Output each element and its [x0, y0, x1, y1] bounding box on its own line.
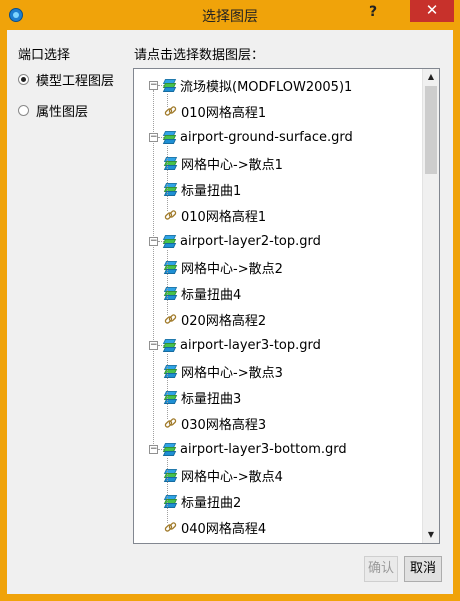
collapse-icon[interactable]: − — [149, 237, 158, 246]
tree-child-node[interactable]: 网格中心->散点4 — [163, 465, 283, 485]
layer-icon — [163, 156, 178, 170]
dialog-window: 选择图层 ? ✕ 端口选择 模型工程图层 属性图层 请点击选择数据图层： ▲ ▼… — [0, 0, 460, 601]
tree-scrollbar[interactable]: ▲ ▼ — [422, 69, 439, 543]
layer-icon — [163, 364, 178, 378]
link-icon — [164, 521, 177, 532]
title-bar[interactable]: 选择图层 ? ✕ — [0, 0, 460, 30]
tree-node-label: 流场模拟(MODFLOW2005)1 — [180, 79, 353, 95]
tree-group-node[interactable]: airport-layer3-bottom.grd — [162, 439, 347, 459]
tree-node-label: 标量扭曲1 — [181, 183, 242, 199]
tree-group-node[interactable]: airport-layer2-top.grd — [162, 231, 321, 251]
collapse-icon[interactable]: − — [149, 133, 158, 142]
layer-tree[interactable]: ▲ ▼ − 流场模拟(MODFLOW2005)1 010网格高程1 − airport-… — [133, 68, 440, 544]
collapse-icon[interactable]: − — [149, 341, 158, 350]
layer-icon — [162, 442, 177, 456]
radio-model-layers-label: 模型工程图层 — [36, 73, 115, 89]
tree-group-node[interactable]: airport-ground-surface.grd — [162, 127, 353, 147]
port-selection-label: 端口选择 — [18, 48, 71, 63]
link-icon — [164, 417, 177, 428]
tree-child-node[interactable]: 010网格高程1 — [164, 205, 266, 225]
tree-node-label: airport-layer3-bottom.grd — [180, 441, 347, 457]
radio-selected-icon[interactable] — [18, 73, 29, 85]
help-button[interactable]: ? — [360, 2, 386, 24]
layer-icon — [163, 468, 178, 482]
tree-child-node[interactable]: 标量扭曲1 — [163, 179, 242, 199]
tree-instruction-label: 请点击选择数据图层： — [134, 48, 265, 63]
tree-node-label: 标量扭曲2 — [181, 495, 242, 511]
layer-icon — [163, 260, 178, 274]
layer-icon — [162, 130, 177, 144]
tree-child-node[interactable]: 网格中心->散点2 — [163, 257, 283, 277]
tree-node-label: 040网格高程4 — [181, 521, 267, 537]
layer-icon — [163, 286, 178, 300]
tree-child-node[interactable]: 030网格高程3 — [164, 413, 266, 433]
close-button[interactable]: ✕ — [410, 0, 454, 22]
tree-child-node[interactable]: 网格中心->散点1 — [163, 153, 283, 173]
tree-node-label: 标量扭曲3 — [181, 391, 242, 407]
link-icon — [164, 105, 177, 116]
scroll-up-icon[interactable]: ▲ — [423, 69, 439, 85]
window-title: 选择图层 — [202, 9, 258, 25]
tree-node-label: 010网格高程1 — [181, 209, 267, 225]
scroll-thumb[interactable] — [425, 86, 437, 174]
collapse-icon[interactable]: − — [149, 445, 158, 454]
tree-child-node[interactable]: 标量扭曲3 — [163, 387, 242, 407]
tree-node-label: 网格中心->散点1 — [181, 157, 283, 173]
tree-child-node[interactable]: 网格中心->散点3 — [163, 361, 283, 381]
tree-node-label: 030网格高程3 — [181, 417, 267, 433]
layer-icon — [163, 390, 178, 404]
collapse-icon[interactable]: − — [149, 81, 158, 90]
confirm-button[interactable]: 确认 — [364, 556, 398, 582]
tree-node-label: 标量扭曲4 — [181, 287, 242, 303]
radio-unselected-icon[interactable] — [18, 104, 29, 116]
scroll-down-icon[interactable]: ▼ — [423, 527, 439, 543]
layer-icon — [162, 78, 177, 92]
tree-node-label: 020网格高程2 — [181, 313, 267, 329]
link-icon — [164, 313, 177, 324]
tree-child-node[interactable]: 标量扭曲4 — [163, 283, 242, 303]
tree-group-node[interactable]: 流场模拟(MODFLOW2005)1 — [162, 75, 353, 95]
tree-node-label: 网格中心->散点3 — [181, 365, 283, 381]
tree-node-label: airport-layer3-top.grd — [180, 337, 321, 353]
tree-node-label: 网格中心->散点4 — [181, 469, 283, 485]
tree-node-label: airport-ground-surface.grd — [180, 129, 353, 145]
layer-icon — [163, 494, 178, 508]
tree-child-node[interactable]: 标量扭曲2 — [163, 491, 242, 511]
tree-node-label: 010网格高程1 — [181, 105, 267, 121]
layer-icon — [162, 338, 177, 352]
layer-icon — [163, 182, 178, 196]
cancel-button[interactable]: 取消 — [404, 556, 442, 582]
tree-child-node[interactable]: 040网格高程4 — [164, 517, 266, 537]
layer-icon — [162, 234, 177, 248]
dialog-body: 端口选择 模型工程图层 属性图层 请点击选择数据图层： ▲ ▼ − 流场模拟(MO… — [7, 30, 453, 594]
tree-node-label: airport-layer2-top.grd — [180, 233, 321, 249]
radio-attribute-layers[interactable]: 属性图层 — [18, 101, 89, 120]
tree-group-node[interactable]: airport-layer3-top.grd — [162, 335, 321, 355]
radio-attribute-layers-label: 属性图层 — [36, 104, 89, 120]
tree-node-label: 网格中心->散点2 — [181, 261, 283, 277]
link-icon — [164, 209, 177, 220]
tree-child-node[interactable]: 010网格高程1 — [164, 101, 266, 121]
radio-model-layers[interactable]: 模型工程图层 — [18, 70, 115, 89]
tree-child-node[interactable]: 020网格高程2 — [164, 309, 266, 329]
